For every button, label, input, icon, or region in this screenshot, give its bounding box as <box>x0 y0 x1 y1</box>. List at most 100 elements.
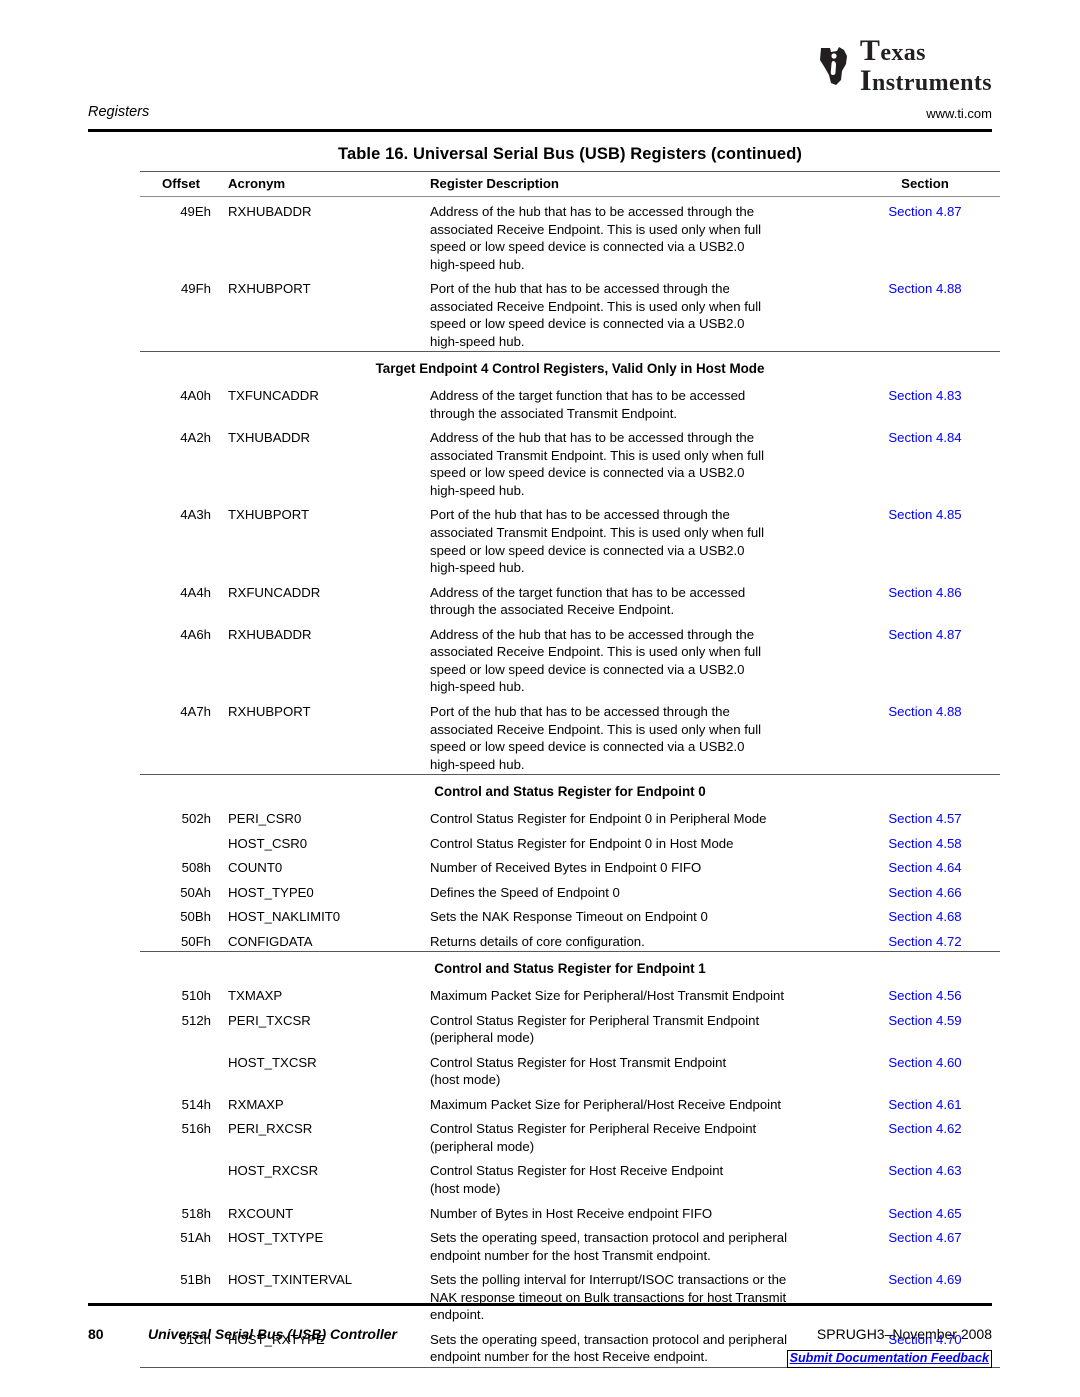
cell-description: Number of Received Bytes in Endpoint 0 F… <box>420 853 850 878</box>
table-row: 4A3h TXHUBPORT Port of the hub that has to… <box>140 500 1000 577</box>
cell-section-link[interactable]: Section 4.88 <box>850 697 1000 775</box>
description-line: (host mode) <box>430 1072 501 1088</box>
description-line: Address of the hub that has to be access… <box>430 430 755 446</box>
cell-section-link[interactable]: Section 4.63 <box>850 1156 1000 1198</box>
cell-section-link[interactable]: Section 4.60 <box>850 1048 1000 1090</box>
datasheet-page: Texas Instruments Registers www.ti.com T… <box>0 0 1080 1397</box>
table-group-header-label: Control and Status Register for Endpoint… <box>140 774 1000 804</box>
cell-description: Sets the operating speed, transaction pr… <box>420 1223 850 1265</box>
column-header-description: Register Description <box>420 171 850 197</box>
cell-offset: 51Ah <box>180 1230 211 1246</box>
table-row: 50Fh CONFIGDATA Returns details of core co… <box>140 927 1000 952</box>
cell-acronym: RXHUBADDR <box>228 204 312 219</box>
cell-section-link[interactable]: Section 4.66 <box>850 878 1000 903</box>
column-header-section: Section <box>850 171 1000 197</box>
cell-acronym: HOST_TYPE0 <box>228 884 314 900</box>
cell-offset: 4A3h <box>180 507 211 523</box>
table-group-header-row: Control and Status Register for Endpoint… <box>140 951 1000 982</box>
cell-description: Address of the target function that has … <box>420 578 850 620</box>
description-line: Returns details of core configuration. <box>430 933 645 949</box>
description-line: speed or low speed device is connected v… <box>430 542 745 558</box>
table-group-header-row: Target Endpoint 4 Control Registers, Val… <box>140 351 1000 382</box>
cell-description: Address of the target function that has … <box>420 381 850 423</box>
cell-acronym: CONFIGDATA <box>228 933 313 949</box>
cell-offset: 50Bh <box>180 909 211 925</box>
description-line: (peripheral mode) <box>430 1138 535 1154</box>
cell-description: Control Status Register for Peripheral R… <box>420 1114 850 1156</box>
cell-description: Control Status Register for Host Transmi… <box>420 1048 850 1090</box>
cell-section-link[interactable]: Section 4.86 <box>850 578 1000 620</box>
cell-section-link[interactable]: Section 4.64 <box>850 853 1000 878</box>
cell-section-link[interactable]: Section 4.68 <box>850 902 1000 927</box>
table-row: 4A0h TXFUNCADDR Address of the target func… <box>140 381 1000 423</box>
cell-section-link[interactable]: Section 4.84 <box>850 423 1000 500</box>
cell-description: Address of the hub that has to be access… <box>420 423 850 500</box>
cell-offset: 512h <box>181 1012 211 1028</box>
table-row: HOST_TXCSR Control Status Register for Ho… <box>140 1048 1000 1090</box>
cell-section-link[interactable]: Section 4.83 <box>850 381 1000 423</box>
cell-section-link[interactable]: Section 4.87 <box>850 197 1000 275</box>
description-line: speed or low speed device is connected v… <box>430 739 745 755</box>
table-header: Offset Acronym Register Description Sect… <box>140 171 1000 197</box>
table-row: 4A2h TXHUBADDR Address of the hub that has… <box>140 423 1000 500</box>
description-line: Number of Bytes in Host Receive endpoint… <box>430 1205 713 1221</box>
cell-section-link[interactable]: Section 4.67 <box>850 1223 1000 1265</box>
table-title: Table 16. Universal Serial Bus (USB) Reg… <box>338 145 802 163</box>
cell-offset: 49Eh <box>180 204 211 219</box>
cell-section-link[interactable]: Section 4.62 <box>850 1114 1000 1156</box>
description-line: high-speed hub. <box>430 256 525 272</box>
cell-acronym: HOST_TXTYPE <box>228 1230 324 1246</box>
cell-section-link[interactable]: Section 4.88 <box>850 274 1000 352</box>
cell-section-link[interactable]: Section 4.56 <box>850 981 1000 1006</box>
cell-acronym: COUNT0 <box>228 860 283 876</box>
running-head-url[interactable]: www.ti.com <box>926 106 992 121</box>
cell-section-link[interactable]: Section 4.59 <box>850 1006 1000 1048</box>
footer-rule <box>88 1303 992 1306</box>
description-line: speed or low speed device is connected v… <box>430 316 745 332</box>
logo-text-instruments: Instruments <box>859 63 992 97</box>
table-row: 516h PERI_RXCSR Control Status Register fo… <box>140 1114 1000 1156</box>
cell-section-link[interactable]: Section 4.85 <box>850 500 1000 577</box>
running-head-section: Registers <box>88 104 150 120</box>
description-line: through the associated Transmit Endpoint… <box>430 405 678 421</box>
cell-description: Address of the hub that has to be access… <box>420 620 850 697</box>
description-line: Control Status Register for Host Receive… <box>430 1163 724 1179</box>
cell-description: Defines the Speed of Endpoint 0 <box>420 878 850 903</box>
table-row: 514h RXMAXP Maximum Packet Size for Periph… <box>140 1090 1000 1115</box>
description-line: high-speed hub. <box>430 756 525 772</box>
cell-description: Control Status Register for Endpoint 0 i… <box>420 804 850 829</box>
footer-document-id: SPRUGH3–November 2008 <box>816 1326 992 1342</box>
cell-section-link[interactable]: Section 4.61 <box>850 1090 1000 1115</box>
table-row: 51Ah HOST_TXTYPE Sets the operating speed,… <box>140 1223 1000 1265</box>
cell-acronym: PERI_RXCSR <box>228 1121 313 1137</box>
cell-description: Control Status Register for Endpoint 0 i… <box>420 829 850 854</box>
cell-section-link[interactable]: Section 4.72 <box>850 927 1000 952</box>
description-line: Port of the hub that has to be accessed … <box>430 281 730 297</box>
description-line: Control Status Register for Peripheral T… <box>430 1012 760 1028</box>
description-line: high-speed hub. <box>430 482 525 498</box>
cell-acronym: HOST_CSR0 <box>228 835 308 851</box>
table-row: 49Fh RXHUBPORT Port of the hub that has to… <box>140 274 1000 352</box>
cell-section-link[interactable]: Section 4.87 <box>850 620 1000 697</box>
description-line: high-speed hub. <box>430 679 525 695</box>
description-line: Number of Received Bytes in Endpoint 0 F… <box>430 860 702 876</box>
cell-acronym: HOST_TXCSR <box>228 1054 317 1070</box>
table-row: 4A6h RXHUBADDR Address of the hub that has… <box>140 620 1000 697</box>
cell-description: Control Status Register for Peripheral T… <box>420 1006 850 1048</box>
footer-page-number: 80 <box>88 1326 104 1342</box>
description-line: through the associated Receive Endpoint. <box>430 602 675 618</box>
cell-acronym: TXMAXP <box>228 988 283 1004</box>
description-line: Control Status Register for Peripheral R… <box>430 1121 757 1137</box>
description-line: Defines the Speed of Endpoint 0 <box>430 884 620 900</box>
description-line: Maximum Packet Size for Peripheral/Host … <box>430 1096 782 1112</box>
ti-logo: Texas Instruments <box>817 36 992 96</box>
submit-documentation-feedback-link[interactable]: Submit Documentation Feedback <box>786 1350 992 1368</box>
cell-section-link[interactable]: Section 4.57 <box>850 804 1000 829</box>
register-table-container: Table 16. Universal Serial Bus (USB) Reg… <box>140 145 1000 1368</box>
description-line: Address of the hub that has to be access… <box>430 204 755 219</box>
cell-section-link[interactable]: Section 4.65 <box>850 1199 1000 1224</box>
cell-offset: 516h <box>181 1121 211 1137</box>
cell-section-link[interactable]: Section 4.58 <box>850 829 1000 854</box>
cell-offset: 49Fh <box>180 281 211 297</box>
table-row: 4A7h RXHUBPORT Port of the hub that has to… <box>140 697 1000 775</box>
